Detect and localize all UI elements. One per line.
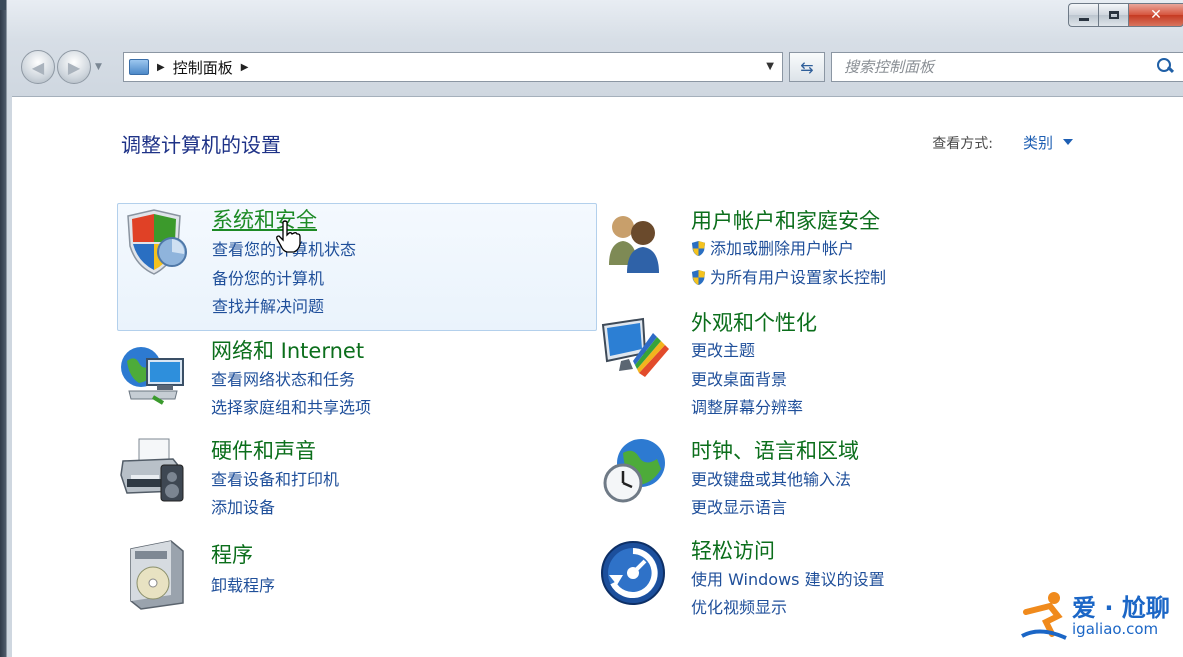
- navigation-bar: ◀ ▶ ▼ ▶ 控制面板 ▶ ▼ ⇆: [13, 46, 1183, 90]
- category-link[interactable]: 查找并解决问题: [212, 293, 324, 317]
- category-appearance[interactable]: 外观和个性化 更改主题 更改桌面背景 调整屏幕分辨率: [597, 307, 1077, 419]
- category-title[interactable]: 轻松访问: [691, 535, 775, 565]
- control-panel-icon: [129, 59, 149, 75]
- content-pane: 调整计算机的设置 查看方式: 类别 系统和安全 查看您的计算机状态 备份您的计算…: [12, 96, 1183, 657]
- category-link[interactable]: 选择家庭组和共享选项: [211, 394, 371, 418]
- category-network-internet[interactable]: 网络和 Internet 查看网络状态和任务 选择家庭组和共享选项: [117, 335, 597, 421]
- category-link[interactable]: 调整屏幕分辨率: [691, 394, 803, 418]
- refresh-icon: ⇆: [800, 57, 814, 77]
- back-arrow-icon: ◀: [31, 57, 45, 77]
- search-icon[interactable]: [1153, 55, 1177, 79]
- category-link[interactable]: 更改显示语言: [691, 494, 787, 518]
- view-by-dropdown[interactable]: 类别: [1023, 132, 1053, 153]
- category-ease-of-access[interactable]: 轻松访问 使用 Windows 建议的设置 优化视频显示: [597, 535, 1077, 621]
- maximize-icon: [1108, 11, 1119, 19]
- category-link[interactable]: 更改键盘或其他输入法: [691, 466, 851, 490]
- category-title[interactable]: 网络和 Internet: [211, 335, 364, 365]
- category-link[interactable]: 更改桌面背景: [691, 366, 787, 390]
- category-title[interactable]: 用户帐户和家庭安全: [691, 205, 880, 235]
- address-dropdown-icon[interactable]: ▼: [766, 61, 774, 72]
- refresh-button[interactable]: ⇆: [789, 52, 825, 82]
- watermark: 爱 · 尬聊 igaliao.com: [1020, 586, 1175, 646]
- ease-of-access-icon: [601, 541, 665, 605]
- category-link[interactable]: 优化视频显示: [691, 594, 787, 618]
- watermark-url: igaliao.com: [1072, 620, 1159, 638]
- users-icon: [609, 216, 659, 273]
- category-title[interactable]: 硬件和声音: [211, 435, 316, 465]
- category-clock-language-region[interactable]: 时钟、语言和区域 更改键盘或其他输入法 更改显示语言: [597, 435, 1077, 521]
- breadcrumb-control-panel[interactable]: 控制面板: [173, 57, 233, 78]
- minimize-button[interactable]: [1068, 3, 1098, 27]
- address-bar[interactable]: ▶ 控制面板 ▶ ▼: [123, 52, 783, 82]
- category-link[interactable]: 卸载程序: [211, 572, 275, 596]
- category-title[interactable]: 程序: [211, 539, 253, 569]
- runner-logo-icon: [1021, 592, 1067, 640]
- category-link-label: 添加或删除用户帐户: [710, 239, 855, 258]
- maximize-button[interactable]: [1098, 3, 1128, 27]
- caption-buttons: ✕: [1068, 3, 1183, 27]
- category-programs[interactable]: 程序 卸载程序: [117, 539, 597, 615]
- breadcrumb-separator-icon[interactable]: ▶: [241, 62, 249, 73]
- category-link[interactable]: 查看网络状态和任务: [211, 366, 355, 390]
- search-box[interactable]: [831, 52, 1183, 82]
- forward-arrow-icon: ▶: [67, 57, 81, 77]
- close-button[interactable]: ✕: [1128, 3, 1183, 27]
- recent-pages-dropdown-icon[interactable]: ▼: [95, 62, 102, 72]
- back-button[interactable]: ◀: [21, 50, 55, 84]
- uac-shield-icon: [691, 270, 706, 285]
- hand-cursor-icon: [276, 220, 301, 253]
- category-title[interactable]: 时钟、语言和区域: [691, 435, 859, 465]
- forward-button[interactable]: ▶: [57, 50, 91, 84]
- category-link-label: 为所有用户设置家长控制: [710, 268, 887, 287]
- category-link[interactable]: 添加设备: [211, 494, 275, 518]
- category-link[interactable]: 更改主题: [691, 337, 755, 361]
- category-link[interactable]: 添加或删除用户帐户: [691, 235, 854, 259]
- chevron-down-icon[interactable]: [1063, 139, 1073, 145]
- category-title[interactable]: 外观和个性化: [691, 307, 817, 337]
- category-link[interactable]: 使用 Windows 建议的设置: [691, 566, 885, 590]
- shield-icon: [127, 209, 187, 275]
- breadcrumb-separator-icon[interactable]: ▶: [157, 62, 165, 73]
- category-hardware-sound[interactable]: 硬件和声音 查看设备和打印机 添加设备: [117, 435, 597, 521]
- search-input[interactable]: [832, 57, 1153, 77]
- network-icon: [121, 347, 184, 405]
- category-link[interactable]: 为所有用户设置家长控制: [691, 264, 886, 288]
- watermark-text: 爱 · 尬聊: [1072, 594, 1170, 622]
- minimize-icon: [1078, 17, 1089, 21]
- category-link[interactable]: 备份您的计算机: [212, 265, 324, 289]
- appearance-icon: [601, 317, 669, 377]
- clock-globe-icon: [603, 439, 665, 503]
- category-link[interactable]: 查看设备和打印机: [211, 466, 339, 490]
- category-system-security[interactable]: 系统和安全 查看您的计算机状态 备份您的计算机 查找并解决问题: [117, 203, 597, 331]
- view-by-label: 查看方式:: [932, 136, 993, 152]
- page-title: 调整计算机的设置: [121, 133, 281, 157]
- printer-icon: [120, 438, 184, 502]
- uac-shield-icon: [691, 241, 706, 256]
- programs-icon: [130, 540, 184, 610]
- category-user-accounts[interactable]: 用户帐户和家庭安全 添加或删除用户帐户 为所有用户设置家长控制: [597, 205, 1077, 295]
